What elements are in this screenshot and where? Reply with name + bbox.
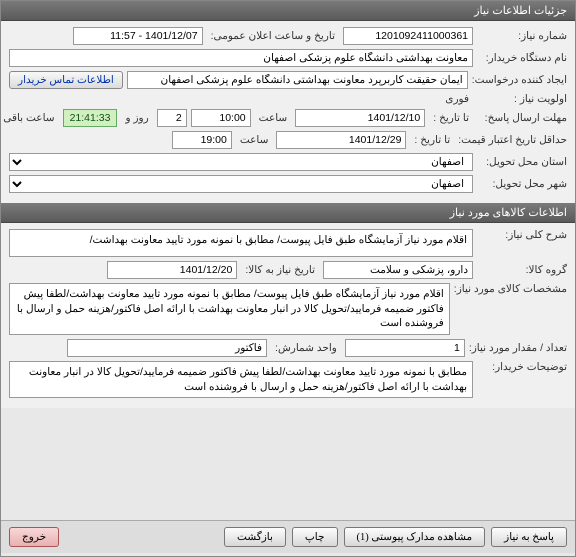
qty-field[interactable] [345,339,465,357]
city-label: شهر محل تحویل: [477,178,567,190]
buyer-notes-textarea[interactable]: مطابق با نمونه مورد تایید معاونت بهداشت/… [9,361,473,398]
scroll-area: جزئیات اطلاعات نیاز شماره نیاز: تاریخ و … [1,1,575,520]
section-title: اطلاعات کالاهای مورد نیاز [450,207,567,219]
qty-label: تعداد / مقدار مورد نیاز: [469,342,567,354]
button-bar: پاسخ به نیاز مشاهده مدارک پیوستی (1) چاپ… [1,520,575,553]
unit-field[interactable] [67,339,267,357]
priority-label: اولویت نیاز : [477,93,567,105]
to-date-field[interactable] [276,131,406,149]
from-time-label: ساعت [255,112,292,124]
city-select[interactable]: اصفهان [9,175,473,193]
group-label: گروه کالا: [477,264,567,276]
respond-button[interactable]: پاسخ به نیاز [491,527,567,547]
province-select[interactable]: اصفهان [9,153,473,171]
creator-label: ایجاد کننده درخواست: [472,74,567,86]
remaining-suffix: ساعت باقی مانده [1,112,59,124]
days-suffix: روز و [121,112,152,124]
days-field[interactable] [157,109,187,127]
spec-textarea[interactable]: اقلام مورد نیاز آزمایشگاه طبق فایل پیوست… [9,283,450,335]
announce-label: تاریخ و ساعت اعلان عمومی: [207,30,339,42]
to-time-label: ساعت [236,134,273,146]
buyer-label: نام دستگاه خریدار: [477,52,567,64]
need-no-label: شماره نیاز: [477,30,567,42]
need-date-label: تاریخ نیاز به کالا: [241,264,319,276]
buyer-notes-label: توضیحات خریدار: [477,361,567,373]
section-need-info-header: جزئیات اطلاعات نیاز [1,1,575,21]
announce-field[interactable] [73,27,203,45]
back-button[interactable]: بازگشت [224,527,286,547]
from-time-field[interactable] [191,109,251,127]
section-goods-info-header: اطلاعات کالاهای مورد نیاز [1,203,575,223]
need-date-field[interactable] [107,261,237,279]
deadline-label: مهلت ارسال پاسخ: [477,112,567,124]
spec-label: مشخصات کالای مورد نیاز: [454,283,567,295]
section-need-info-body: شماره نیاز: تاریخ و ساعت اعلان عمومی: نا… [1,21,575,203]
remaining-time-badge: 21:41:33 [63,109,118,127]
min-validity-label: حداقل تاریخ اعتبار قیمت: [458,134,567,146]
attachments-button[interactable]: مشاهده مدارک پیوستی (1) [344,527,486,547]
priority-value: فوری [441,93,473,105]
desc-label: شرح کلی نیاز: [477,229,567,241]
group-field[interactable] [323,261,473,279]
section-goods-info-body: شرح کلی نیاز: اقلام مورد نیاز آزمایشگاه … [1,223,575,408]
print-button[interactable]: چاپ [292,527,338,547]
exit-button[interactable]: خروج [9,527,59,547]
buyer-field[interactable] [9,49,473,67]
need-no-field[interactable] [343,27,473,45]
creator-field[interactable] [127,71,468,89]
to-time-field[interactable] [172,131,232,149]
unit-label: واحد شمارش: [271,342,341,354]
province-label: استان محل تحویل: [477,156,567,168]
desc-textarea[interactable]: اقلام مورد نیاز آزمایشگاه طبق فایل پیوست… [9,229,473,257]
main-window: جزئیات اطلاعات نیاز شماره نیاز: تاریخ و … [0,0,576,557]
contact-buyer-button[interactable]: اطلاعات تماس خریدار [9,71,123,89]
to-date-label: تا تاریخ : [410,134,454,146]
section-title: جزئیات اطلاعات نیاز [474,5,567,17]
from-date-field[interactable] [295,109,425,127]
from-date-label: تا تاریخ : [429,112,473,124]
